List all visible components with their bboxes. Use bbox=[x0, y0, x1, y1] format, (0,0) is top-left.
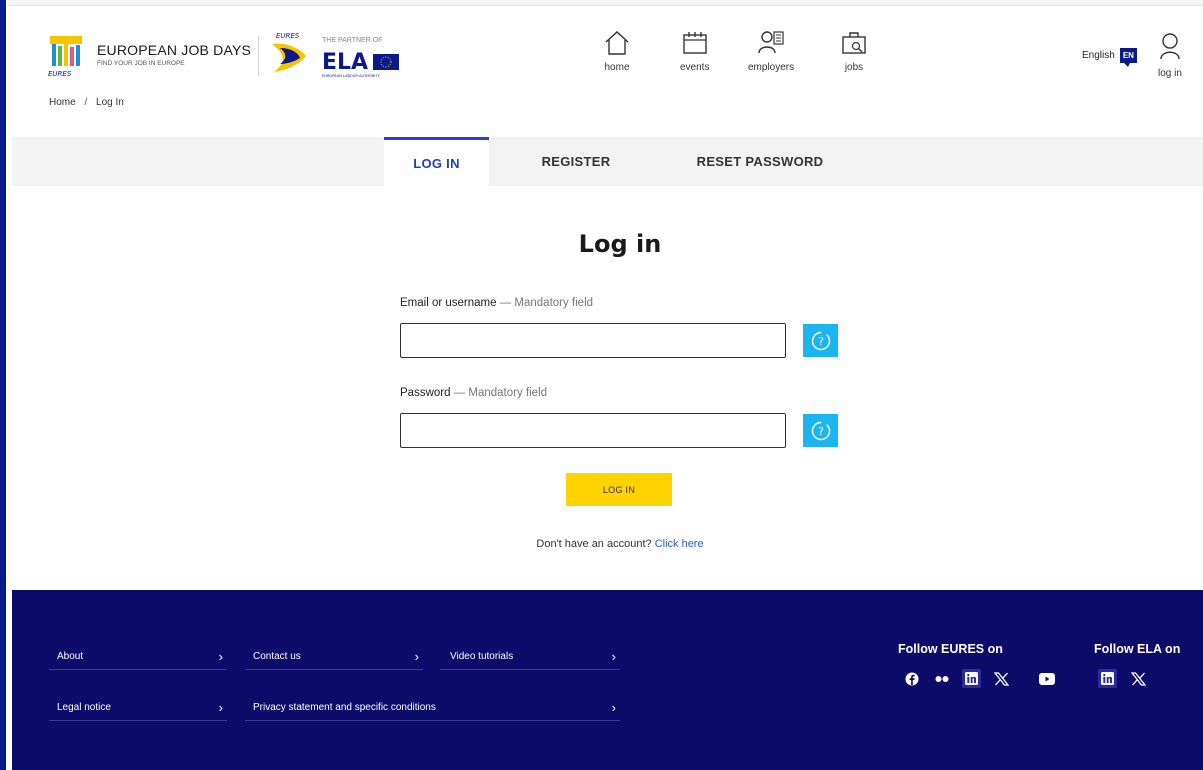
employers-icon bbox=[758, 31, 784, 54]
eures-linkedin-link[interactable] bbox=[962, 669, 981, 688]
tab-register[interactable]: REGISTER bbox=[521, 137, 631, 186]
language-selector[interactable]: English EN bbox=[1082, 48, 1137, 67]
ela-subtext: EUROPEAN LABOUR AUTHORITY bbox=[322, 74, 381, 78]
login-link[interactable]: log in bbox=[1158, 32, 1182, 79]
no-account-text: Don't have an account? bbox=[536, 538, 655, 550]
help-icon: ? bbox=[811, 331, 830, 350]
nav-home-label: home bbox=[604, 62, 630, 73]
brand-title: EUROPEAN JOB DAYS bbox=[97, 42, 252, 58]
home-icon bbox=[605, 31, 629, 55]
ela-linkedin-link[interactable] bbox=[1098, 669, 1117, 688]
youtube-icon bbox=[1038, 672, 1055, 685]
click-here-link[interactable]: Click here bbox=[655, 538, 704, 550]
top-strip bbox=[6, 0, 1203, 6]
footer-link-label: Video tutorials bbox=[450, 651, 514, 662]
footer bbox=[12, 590, 1203, 770]
linkedin-icon bbox=[965, 672, 978, 685]
footer-link-legal-notice[interactable]: Legal notice › bbox=[49, 695, 227, 721]
nav-events[interactable]: events bbox=[680, 30, 709, 73]
password-mandatory-note: — Mandatory field bbox=[450, 387, 548, 399]
ela-logo[interactable]: ELA EUROPEAN LABOUR AUTHORITY bbox=[322, 48, 402, 78]
briefcase-icon bbox=[842, 32, 866, 54]
password-field[interactable] bbox=[400, 413, 786, 448]
eures-logo[interactable]: EURES bbox=[266, 30, 312, 78]
email-help-button[interactable]: ? bbox=[803, 324, 838, 357]
footer-link-label: Legal notice bbox=[57, 702, 111, 713]
ela-x-link[interactable] bbox=[1129, 669, 1148, 688]
chevron-right-icon: › bbox=[611, 649, 616, 664]
password-label-text: Password bbox=[400, 387, 451, 399]
european-job-days-logo[interactable]: EURES bbox=[44, 34, 88, 78]
page: EURES EUROPEAN JOB DAYS FIND YOUR JOB IN… bbox=[0, 0, 1203, 770]
ela-text: ELA bbox=[322, 50, 368, 75]
footer-link-label: About bbox=[57, 651, 84, 662]
nav-employers[interactable]: employers bbox=[748, 30, 794, 73]
nav-jobs[interactable]: jobs bbox=[840, 30, 868, 73]
email-field[interactable] bbox=[400, 323, 786, 358]
partner-of-label: THE PARTNER OF bbox=[322, 37, 383, 44]
flickr-icon bbox=[935, 675, 948, 682]
chevron-right-icon: › bbox=[611, 700, 616, 715]
help-icon: ? bbox=[811, 421, 830, 440]
chevron-right-icon: › bbox=[414, 649, 419, 664]
user-icon bbox=[1160, 33, 1180, 60]
linkedin-icon bbox=[1101, 672, 1114, 685]
nav-employers-label: employers bbox=[748, 62, 795, 73]
form-title: Log in bbox=[578, 230, 662, 258]
calendar-icon bbox=[683, 32, 707, 54]
language-code-badge: EN bbox=[1119, 48, 1137, 67]
chevron-right-icon: › bbox=[218, 649, 223, 664]
email-label: Email or username — Mandatory field bbox=[400, 297, 593, 309]
follow-eures-title: Follow EURES on bbox=[898, 642, 1003, 656]
facebook-icon bbox=[905, 672, 918, 685]
breadcrumb-current: Log In bbox=[96, 97, 124, 108]
eures-facebook-link[interactable] bbox=[902, 669, 921, 688]
footer-link-label: Privacy statement and specific condition… bbox=[253, 702, 436, 713]
breadcrumb: Home / Log In bbox=[49, 97, 124, 108]
no-account-prompt: Don't have an account? Click here bbox=[0, 538, 1203, 550]
password-help-button[interactable]: ? bbox=[803, 414, 838, 447]
tab-log-in[interactable]: LOG IN bbox=[384, 137, 489, 186]
footer-link-about[interactable]: About › bbox=[49, 644, 227, 670]
svg-text:?: ? bbox=[818, 335, 824, 348]
breadcrumb-home[interactable]: Home bbox=[49, 97, 76, 108]
chevron-right-icon: › bbox=[218, 700, 223, 715]
follow-ela-title: Follow ELA on bbox=[1094, 642, 1181, 656]
brand-block: EUROPEAN JOB DAYS FIND YOUR JOB IN EUROP… bbox=[97, 42, 251, 67]
svg-text:EURES: EURES bbox=[276, 32, 300, 40]
brand-subtitle: FIND YOUR JOB IN EUROPE bbox=[97, 60, 185, 67]
footer-link-privacy[interactable]: Privacy statement and specific condition… bbox=[245, 695, 620, 721]
login-label: log in bbox=[1158, 68, 1182, 79]
x-icon bbox=[1131, 671, 1146, 686]
left-accent-bar bbox=[0, 0, 6, 770]
email-label-text: Email or username bbox=[400, 297, 497, 309]
nav-home[interactable]: home bbox=[603, 30, 631, 73]
tab-reset-password[interactable]: RESET PASSWORD bbox=[676, 137, 844, 186]
email-mandatory-note: — Mandatory field bbox=[496, 297, 594, 309]
x-icon bbox=[994, 671, 1009, 686]
footer-link-video-tutorials[interactable]: Video tutorials › bbox=[440, 644, 620, 670]
breadcrumb-separator: / bbox=[84, 97, 88, 108]
eures-flickr-link[interactable] bbox=[932, 669, 951, 688]
eures-x-link[interactable] bbox=[992, 669, 1011, 688]
svg-text:EURES: EURES bbox=[48, 70, 72, 78]
svg-text:?: ? bbox=[818, 425, 824, 438]
footer-link-contact[interactable]: Contact us › bbox=[245, 644, 423, 670]
header-divider bbox=[258, 36, 259, 76]
nav-events-label: events bbox=[680, 62, 710, 73]
password-label: Password — Mandatory field bbox=[400, 387, 547, 399]
nav-jobs-label: jobs bbox=[844, 62, 864, 73]
footer-link-label: Contact us bbox=[253, 651, 301, 662]
eures-youtube-link[interactable] bbox=[1037, 669, 1056, 688]
language-label: English bbox=[1082, 50, 1115, 61]
log-in-button[interactable]: LOG IN bbox=[566, 473, 672, 506]
